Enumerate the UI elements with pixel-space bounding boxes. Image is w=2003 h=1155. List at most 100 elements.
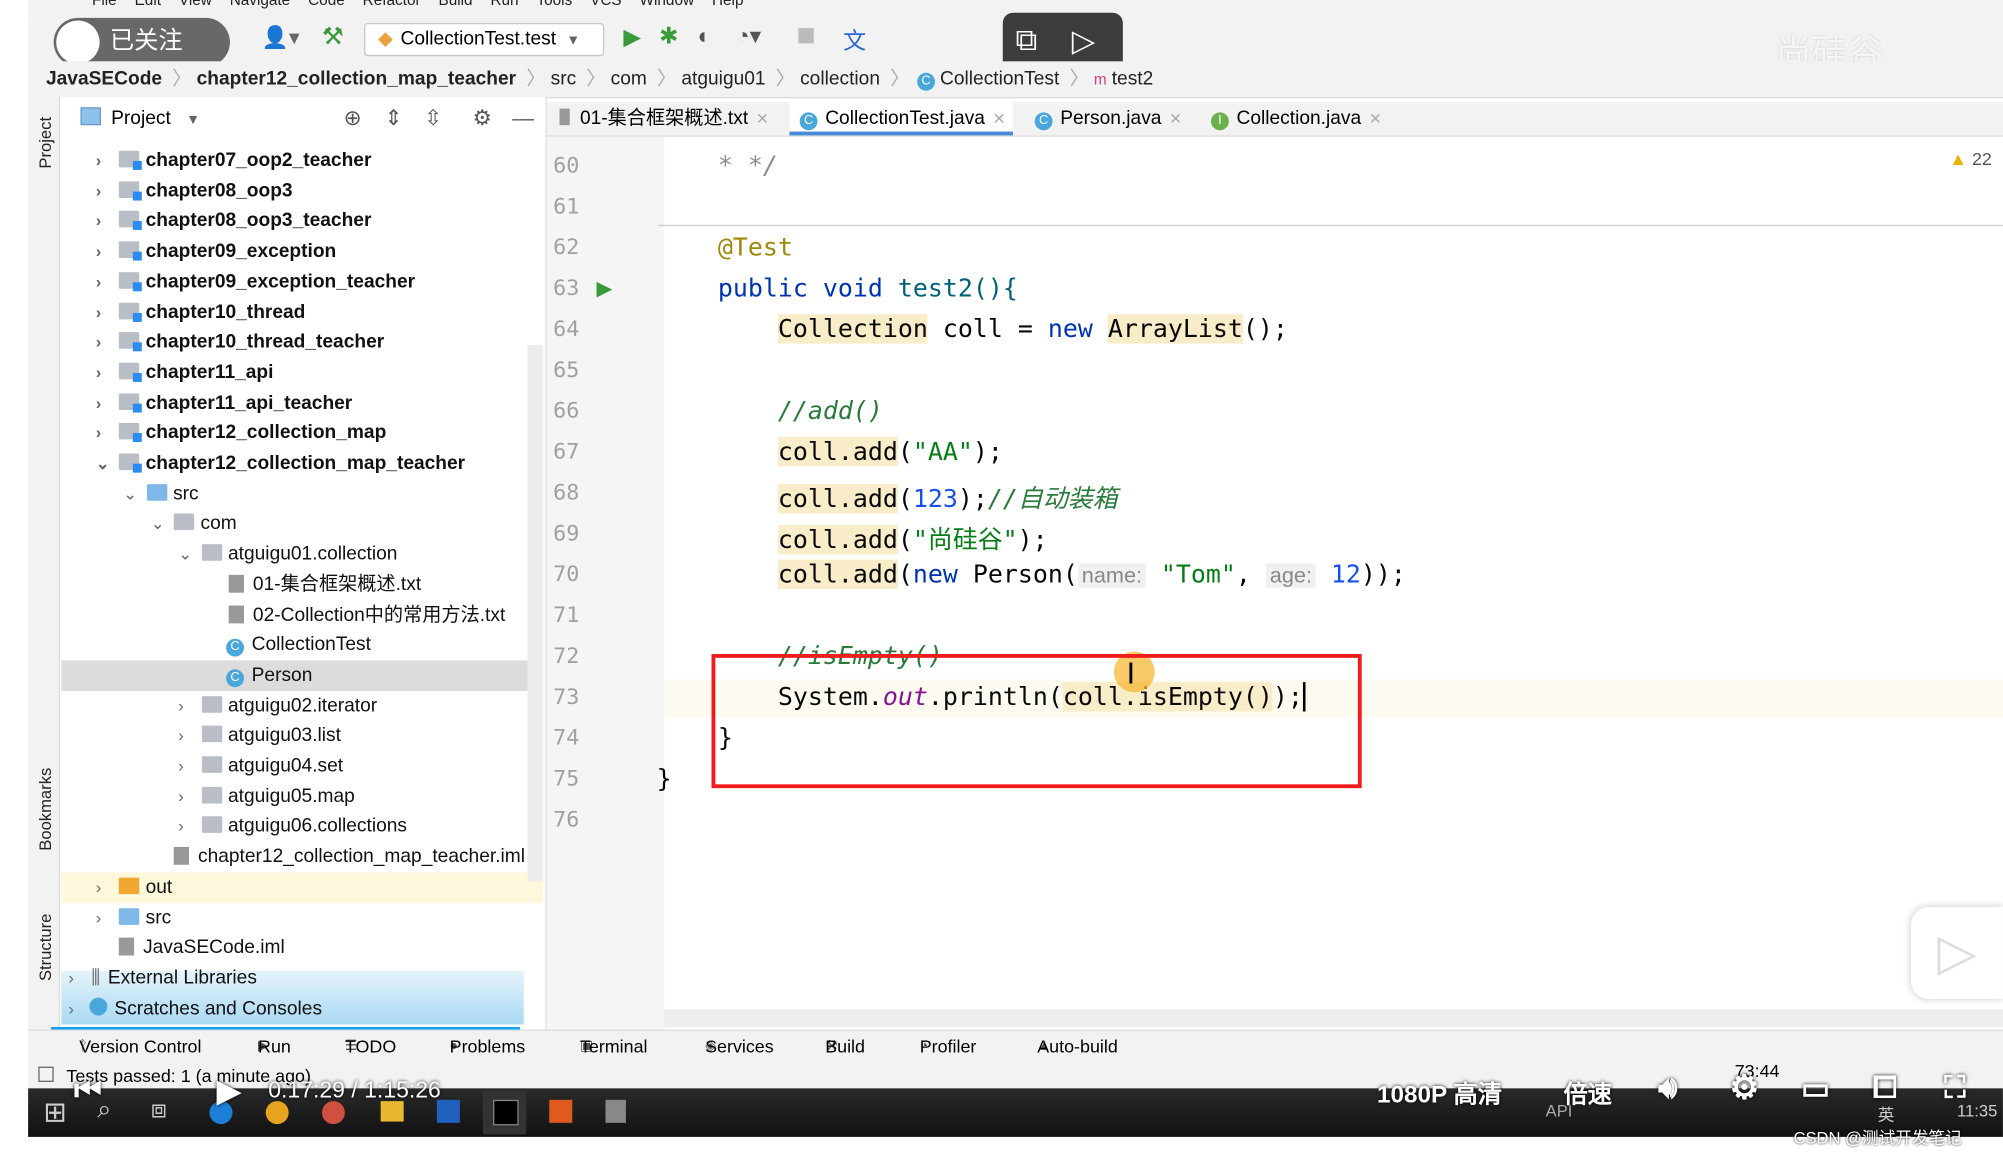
widescreen-icon[interactable]: ⧠ xyxy=(1873,1070,1898,1106)
run-test-gutter-icon[interactable]: ▶ xyxy=(597,276,613,302)
chevron-right-icon[interactable]: › xyxy=(96,206,114,235)
tree-item[interactable]: C CollectionTest xyxy=(206,630,371,659)
chevron-right-icon[interactable]: › xyxy=(96,358,114,387)
collapse-all-icon[interactable]: ⇳ xyxy=(424,102,442,135)
settings-gear-icon[interactable]: ⚙ xyxy=(1730,1068,1760,1108)
chevron-right-icon[interactable]: › xyxy=(96,872,114,901)
project-scrollbar[interactable] xyxy=(527,344,543,882)
stop-icon[interactable] xyxy=(798,28,814,44)
danmaku-icon[interactable]: ▭ xyxy=(1801,1070,1830,1107)
chevron-right-icon[interactable]: › xyxy=(178,691,196,720)
tree-item[interactable]: › atguigu02.iterator xyxy=(178,691,377,720)
breadcrumb-item[interactable]: CollectionTest xyxy=(940,68,1059,90)
chevron-down-icon[interactable]: ⌄ xyxy=(151,509,169,538)
chevron-right-icon[interactable]: › xyxy=(96,418,114,447)
menu-navigate[interactable]: Navigate xyxy=(230,0,291,9)
menu-file[interactable]: File xyxy=(92,0,117,9)
chevron-right-icon[interactable]: › xyxy=(96,327,114,356)
menu-vcs[interactable]: VCS xyxy=(590,0,622,9)
breadcrumb-item[interactable]: collection xyxy=(800,68,880,90)
structure-tool-tab[interactable]: Structure xyxy=(36,914,55,981)
menu-view[interactable]: View xyxy=(179,0,212,9)
chevron-right-icon[interactable]: › xyxy=(178,781,196,810)
tree-item[interactable]: 01-集合框架概述.txt xyxy=(206,569,421,598)
video-play-overlay-icon[interactable]: ▷ xyxy=(1910,906,2003,999)
code-line-64[interactable]: Collection coll = new ArrayList(); xyxy=(777,314,1288,344)
gear-icon[interactable]: ⚙ xyxy=(473,102,492,135)
breadcrumb-item[interactable]: test2 xyxy=(1112,68,1154,90)
run-icon[interactable]: ▶ xyxy=(623,24,641,51)
video-play-icon[interactable]: ▷ xyxy=(1072,23,1096,60)
app-grey-icon[interactable] xyxy=(605,1099,626,1123)
translate-icon[interactable]: 文 xyxy=(843,23,866,56)
close-icon[interactable]: ✕ xyxy=(1369,110,1382,128)
quality-button[interactable]: 1080P 高清 xyxy=(1377,1076,1502,1110)
tree-item[interactable]: › chapter09_exception_teacher xyxy=(96,267,415,296)
chevron-down-icon[interactable]: ⌄ xyxy=(96,448,114,477)
debug-icon[interactable]: ✱ xyxy=(659,23,678,50)
tree-item[interactable]: › atguigu05.map xyxy=(178,781,355,810)
coverage-icon[interactable]: ◐ xyxy=(697,23,711,50)
tree-item[interactable]: › chapter10_thread xyxy=(96,297,306,326)
menu-tools[interactable]: Tools xyxy=(536,0,572,9)
close-icon[interactable]: ✕ xyxy=(993,110,1006,128)
play-icon[interactable]: ▶ xyxy=(217,1073,241,1110)
chevron-right-icon[interactable]: › xyxy=(68,963,86,992)
project-view-selector[interactable]: Project xyxy=(111,107,171,129)
tree-item[interactable]: › chapter09_exception xyxy=(96,236,336,265)
app-orange-icon[interactable] xyxy=(549,1099,573,1123)
tree-item[interactable]: C Person xyxy=(206,660,312,689)
chevron-right-icon[interactable]: › xyxy=(96,176,114,205)
tree-item[interactable]: JavaSECode.iml xyxy=(96,933,285,962)
chevron-down-icon[interactable]: ⌄ xyxy=(123,479,141,508)
chevron-right-icon[interactable]: › xyxy=(96,388,114,417)
chevron-down-icon[interactable]: ▼ xyxy=(186,112,200,127)
tree-item[interactable]: › chapter08_oop3 xyxy=(96,176,293,205)
chrome-icon[interactable] xyxy=(265,1101,289,1125)
hide-icon[interactable]: — xyxy=(512,102,534,135)
code-line-62[interactable]: @Test xyxy=(718,232,793,261)
code-line-70[interactable]: coll.add(new Person(name: "Tom", age: 12… xyxy=(777,559,1406,589)
tree-item[interactable]: › chapter11_api xyxy=(96,358,274,387)
project-tool-tab[interactable]: Project xyxy=(36,117,55,169)
pip-icon[interactable]: ⧉ xyxy=(1016,23,1038,59)
tree-item[interactable]: › atguigu06.collections xyxy=(178,812,407,841)
tree-item[interactable]: 02-Collection中的常用方法.txt xyxy=(206,600,505,629)
breadcrumb-item[interactable]: JavaSECode xyxy=(46,68,162,90)
code-line-75[interactable]: } xyxy=(657,764,672,793)
tree-item[interactable]: › chapter12_collection_map xyxy=(96,418,387,447)
windows-start-icon[interactable]: ⊞ xyxy=(43,1096,67,1129)
task-view-icon[interactable]: ⧈ xyxy=(151,1096,167,1125)
volume-icon[interactable]: 🔊︎ xyxy=(1658,1070,1677,1106)
profile-icon[interactable]: ◔▾ xyxy=(736,23,761,50)
chevron-right-icon[interactable]: › xyxy=(178,812,196,841)
code-line-63[interactable]: public void test2(){ xyxy=(718,273,1018,302)
warnings-indicator[interactable]: ▲ 22 xyxy=(1949,148,1992,168)
tree-item[interactable]: › chapter10_thread_teacher xyxy=(96,327,384,356)
editor-horizontal-scrollbar[interactable] xyxy=(664,1009,2003,1028)
explorer-icon[interactable] xyxy=(380,1101,404,1122)
tab-collectiontest-java[interactable]: C CollectionTest.java ✕ xyxy=(789,102,1014,136)
chevron-down-icon[interactable]: ⌄ xyxy=(178,539,196,568)
code-line-67[interactable]: coll.add("AA"); xyxy=(777,436,1003,467)
close-icon[interactable]: ✕ xyxy=(1169,110,1182,128)
tree-item[interactable]: chapter12_collection_map_teacher.iml xyxy=(151,842,525,871)
tree-item[interactable]: ⌄ atguigu01.collection xyxy=(178,539,397,568)
locate-icon[interactable]: ⊕ xyxy=(344,102,362,135)
chevron-right-icon[interactable]: › xyxy=(68,993,86,1022)
close-icon[interactable]: ✕ xyxy=(756,110,769,128)
status-toggle-icon[interactable] xyxy=(38,1066,54,1082)
tree-item[interactable]: › out xyxy=(96,872,172,901)
tree-item[interactable]: ⌄ src xyxy=(123,479,198,508)
tree-item[interactable]: › ⫼ External Libraries xyxy=(68,963,257,992)
tree-item[interactable]: › chapter08_oop3_teacher xyxy=(96,206,372,235)
follow-badge[interactable]: 已关注 xyxy=(53,17,230,67)
tree-item[interactable]: › src xyxy=(96,902,171,931)
tab-01-txt[interactable]: 01-集合框架概述.txt ✕ xyxy=(552,102,777,135)
breadcrumb-item[interactable]: com xyxy=(611,68,647,90)
chevron-right-icon[interactable]: › xyxy=(96,902,114,931)
menu-help[interactable]: Help xyxy=(712,0,744,9)
intellij-active[interactable] xyxy=(482,1090,527,1135)
tree-item[interactable]: › atguigu04.set xyxy=(178,751,343,780)
tab-person-java[interactable]: C Person.java ✕ xyxy=(1024,102,1189,135)
